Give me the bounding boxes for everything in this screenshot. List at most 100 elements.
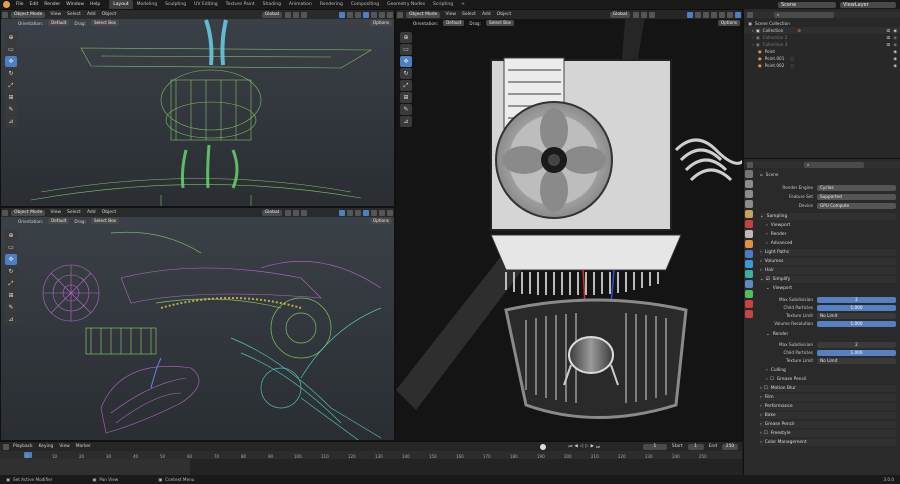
menu-object[interactable]: Object (99, 12, 120, 17)
shading-solid-icon[interactable] (371, 209, 377, 216)
select-box-icon[interactable]: ▭ (5, 44, 17, 55)
gizmo-icon[interactable] (347, 209, 353, 216)
tab-sculpting[interactable]: Sculpting (161, 0, 190, 9)
start-frame-field[interactable]: 1 (687, 443, 704, 450)
shading-rendered-icon[interactable] (387, 11, 393, 18)
tab-uv-editing[interactable]: UV Editing (190, 0, 221, 9)
panel-performance[interactable]: › Performance (760, 403, 896, 410)
proportional-icon[interactable] (301, 11, 307, 18)
add-workspace-button[interactable]: + (457, 0, 469, 9)
menu-select[interactable]: Select (64, 12, 84, 17)
measure-icon[interactable]: ⊿ (400, 116, 412, 127)
move-icon[interactable]: ✥ (5, 56, 17, 67)
editor-type-icon[interactable] (747, 161, 753, 168)
eye-icon[interactable]: ◉ (893, 35, 897, 40)
outliner-search-input[interactable]: ⌕ (774, 11, 834, 18)
tab-rendering[interactable]: Rendering (316, 0, 347, 9)
eye-icon[interactable]: ◉ (893, 28, 897, 33)
scale-icon[interactable]: ⤢ (5, 278, 17, 289)
feature-set-dropdown[interactable]: Supported (817, 193, 896, 200)
viewport-top-left[interactable]: Object Mode View Select Add Object Globa… (0, 9, 395, 207)
drag-dropdown[interactable]: Select Box (90, 218, 120, 224)
render-engine-dropdown[interactable]: Cycles (817, 184, 896, 191)
panel-grease-pencil[interactable]: › Grease Pencil (760, 421, 896, 428)
eye-icon[interactable]: ◉ (893, 42, 897, 47)
overlay-icon[interactable] (703, 11, 709, 18)
overlay-icon[interactable] (355, 11, 361, 18)
shading-solid-icon[interactable] (371, 11, 377, 18)
properties-search-input[interactable]: ⌕ (804, 161, 864, 168)
outliner-row-scene-collection[interactable]: ▣ Scene Collection (744, 20, 900, 27)
tab-texture-paint[interactable]: Texture Paint (222, 0, 259, 9)
subpanel-simplify-render[interactable]: ⌄ Render (766, 331, 896, 338)
modifier-tab-icon[interactable] (745, 250, 753, 258)
render-tab-icon[interactable] (745, 180, 753, 188)
options-dropdown[interactable]: Options (369, 218, 392, 224)
rotate-icon[interactable]: ↻ (5, 266, 17, 277)
r-texture-limit-dropdown[interactable]: No Limit (817, 357, 896, 364)
mode-dropdown[interactable]: Object Mode (11, 11, 46, 18)
orientation-dropdown[interactable]: Default (48, 218, 70, 224)
data-tab-icon[interactable] (745, 290, 753, 298)
vp-texture-limit-dropdown[interactable]: No Limit (817, 312, 896, 319)
editor-type-icon[interactable] (397, 11, 403, 18)
drag-dropdown[interactable]: Select Box (90, 20, 120, 26)
overlay-icon[interactable] (355, 209, 361, 216)
menu-select[interactable]: Select (64, 210, 84, 215)
jump-end-icon[interactable]: ⏭ (596, 444, 600, 450)
menu-help[interactable]: Help (87, 2, 103, 7)
outliner-row-collection-2[interactable]: › ▣ Collection 2 ☑ ◉ (744, 34, 900, 41)
rotate-icon[interactable]: ↻ (400, 68, 412, 79)
tab-compositing[interactable]: Compositing (347, 0, 383, 9)
view-object-types-icon[interactable] (339, 209, 345, 216)
shading-material-icon[interactable] (727, 11, 733, 18)
outliner-row-collection[interactable]: › ▣ Collection ⚙ ☑ ◉ (744, 27, 900, 34)
gizmo-icon[interactable] (347, 11, 353, 18)
r-child-particles-field[interactable]: 1.000 (817, 349, 896, 356)
expand-arrow-icon[interactable]: › (752, 35, 754, 40)
transform-orientation-dropdown[interactable]: Global (261, 11, 282, 18)
expand-arrow-icon[interactable]: › (752, 42, 754, 47)
subpanel-advanced[interactable]: › Advanced (766, 240, 896, 247)
current-frame-field[interactable]: 1 (642, 443, 667, 450)
physics-tab-icon[interactable] (745, 270, 753, 278)
transform-icon[interactable]: ⊞ (5, 92, 17, 103)
menu-keying[interactable]: Keying (36, 444, 57, 449)
editor-type-icon[interactable] (747, 11, 753, 18)
world-tab-icon[interactable] (745, 220, 753, 228)
panel-light-paths[interactable]: › Light Paths (760, 249, 896, 256)
panel-film[interactable]: › Film (760, 394, 896, 401)
rotate-icon[interactable]: ↻ (5, 68, 17, 79)
play-icon[interactable]: ▷ (585, 444, 588, 449)
record-icon[interactable] (540, 443, 547, 450)
editor-type-icon[interactable] (2, 209, 8, 216)
snap-icon[interactable] (293, 209, 299, 216)
material-tab-icon[interactable] (745, 300, 753, 308)
editor-type-icon[interactable] (3, 443, 9, 450)
viewport-bottom-left[interactable]: Object Mode View Select Add Object Globa… (0, 207, 395, 441)
outliner-row-collection-3[interactable]: › ▣ Collection 3 ☑ ◉ (744, 41, 900, 48)
panel-bake[interactable]: › Bake (760, 412, 896, 419)
subpanel-grease-pencil[interactable]: › ☐ Grease Pencil (766, 376, 896, 383)
proportional-icon[interactable] (301, 209, 307, 216)
options-dropdown[interactable]: Options (717, 20, 740, 26)
menu-select[interactable]: Select (459, 12, 479, 17)
menu-file[interactable]: File (13, 2, 27, 7)
checkbox-icon[interactable]: ☑ (887, 42, 891, 47)
play-reverse-icon[interactable]: ◁ (580, 444, 583, 449)
view-layer-tab-icon[interactable] (745, 200, 753, 208)
menu-playback[interactable]: Playback (10, 444, 36, 449)
menu-add[interactable]: Add (479, 12, 494, 17)
menu-add[interactable]: Add (84, 210, 99, 215)
editor-type-icon[interactable] (2, 11, 8, 18)
eye-icon[interactable]: ◉ (893, 63, 897, 68)
annotate-icon[interactable]: ✎ (5, 302, 17, 313)
pivot-icon[interactable] (285, 209, 291, 216)
checkbox-icon[interactable]: ☑ (887, 35, 891, 40)
panel-hair[interactable]: › Hair (760, 267, 896, 274)
menu-view[interactable]: View (47, 210, 64, 215)
menu-add[interactable]: Add (84, 12, 99, 17)
shading-wireframe-icon[interactable] (363, 11, 369, 18)
outliner-row-point-002[interactable]: ● Point.002 ◌ ◉ (744, 62, 900, 69)
annotate-icon[interactable]: ✎ (400, 104, 412, 115)
